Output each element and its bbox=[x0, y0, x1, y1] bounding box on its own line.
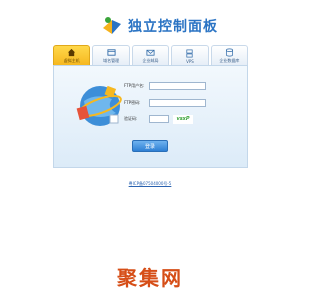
mail-icon bbox=[146, 49, 155, 56]
ftp-user-input[interactable] bbox=[149, 82, 206, 90]
captcha-input[interactable] bbox=[149, 115, 169, 123]
captcha-label: 验证码: bbox=[124, 116, 138, 121]
login-panel: FTP用户名: FTP密码: 验证码: vsxP 登录 bbox=[53, 65, 248, 168]
tab-virtual-host[interactable]: 虚拟主机 bbox=[53, 45, 91, 65]
tab-label: 企业邮局 bbox=[142, 58, 159, 63]
domain-icon bbox=[107, 49, 116, 56]
login-button[interactable]: 登录 bbox=[132, 140, 168, 152]
tab-label: 企业数据库 bbox=[219, 58, 240, 63]
ftp-user-row: FTP用户名: bbox=[124, 81, 206, 91]
logo-icon bbox=[103, 17, 121, 34]
server-icon bbox=[186, 49, 193, 58]
tab-label: 域名管理 bbox=[103, 58, 120, 63]
watermark-logo: 聚集网 bbox=[117, 266, 183, 290]
icp-link[interactable]: 粤ICP备07504000号-5 bbox=[0, 181, 300, 187]
globe-icon bbox=[76, 85, 122, 126]
tab-mail[interactable]: 企业邮局 bbox=[131, 45, 170, 65]
tab-database[interactable]: 企业数据库 bbox=[210, 45, 249, 65]
ftp-user-label: FTP用户名: bbox=[124, 83, 145, 88]
nav-tabs: 虚拟主机 域名管理 企业邮局 VPS 企业数据库 bbox=[53, 45, 249, 65]
tab-domain[interactable]: 域名管理 bbox=[92, 45, 130, 65]
ftp-password-input[interactable] bbox=[149, 99, 206, 107]
home-icon bbox=[68, 48, 76, 57]
database-icon bbox=[225, 48, 233, 57]
tab-label: VPS bbox=[186, 59, 194, 64]
tab-label: 虚拟主机 bbox=[63, 58, 80, 63]
logo: 独立控制面板 bbox=[100, 14, 218, 38]
captcha-row: 验证码: vsxP bbox=[124, 114, 193, 124]
ftp-password-row: FTP密码: bbox=[124, 98, 206, 108]
ftp-password-label: FTP密码: bbox=[124, 100, 141, 105]
tab-vps[interactable]: VPS bbox=[171, 45, 209, 65]
app-title: 独立控制面板 bbox=[128, 19, 218, 35]
captcha-image[interactable]: vsxP bbox=[173, 114, 193, 124]
